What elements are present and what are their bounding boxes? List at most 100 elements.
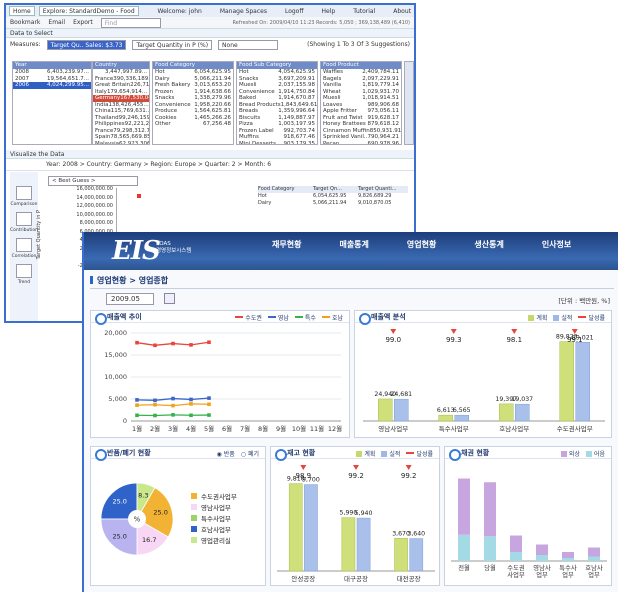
rate-label: 99.2: [348, 472, 364, 480]
nav-hr[interactable]: 인사정보: [542, 239, 571, 250]
nav-sales-stats[interactable]: 매출통계: [339, 239, 368, 250]
trend-legend: 수도권 영남 특수 호남: [235, 313, 343, 325]
visualize-header[interactable]: Visualize the Data: [6, 150, 414, 159]
bar-plan: [499, 403, 514, 422]
export-button[interactable]: Export: [73, 19, 93, 26]
legend-swatch: [553, 315, 560, 321]
logoff-link[interactable]: Logoff: [285, 8, 304, 15]
bar-bill: [458, 534, 470, 561]
tab-home[interactable]: Home: [9, 6, 35, 16]
rate-marker: [390, 329, 397, 334]
legend-swatch: [381, 451, 388, 457]
comparison-label: Comparison: [10, 202, 38, 207]
radio-disposal[interactable]: ○ 폐기: [241, 449, 259, 461]
panel-title: 반품/폐기 현황 ◉ 반품 ○ 폐기: [91, 447, 265, 461]
data-to-select-header[interactable]: Data to Select: [6, 29, 414, 38]
y-axis-label: Target Quantity in P: [36, 210, 42, 260]
y-tick-label: 8,000,000.00: [79, 220, 113, 226]
email-button[interactable]: Email: [48, 19, 65, 26]
inventory-panel: 재고 현황 계획 실적 달성률 9,810 9,700 안성공장 98.9 5,990 5,9…: [270, 446, 440, 586]
nav-business[interactable]: 영업현황: [407, 239, 436, 250]
nav-finance[interactable]: 재무현황: [272, 239, 301, 250]
radio-returns[interactable]: ◉ 반품: [217, 449, 235, 461]
manage-spaces-link[interactable]: Manage Spaces: [220, 8, 267, 15]
mini-th-1[interactable]: Food Category: [258, 186, 313, 193]
data-point: [207, 402, 211, 407]
bar-credit: [458, 478, 470, 535]
slice-label: 25.0: [153, 509, 167, 517]
mini-th-2[interactable]: Target Qn...: [313, 186, 358, 193]
food-sub-category-pane: Food Sub Category Hot 4,054,625.95 Snacks 3…: [236, 61, 318, 145]
measure-select[interactable]: Target Qu.. Sales: $3.73: [46, 39, 127, 50]
sales-trend-chart: 20,000 15,000 10,000 5,000 0 1월 2월 3월 4월 5월 6월 7월 8월…: [104, 329, 342, 433]
nav-production[interactable]: 생산통계: [474, 239, 503, 250]
rate-label: 98.1: [506, 336, 522, 344]
legend-item: 수도권: [235, 313, 262, 325]
legend-swatch: [578, 316, 587, 318]
list-item[interactable]: 2006 4,024,299.95...: [13, 82, 91, 89]
x-tick-label: 8월: [258, 424, 268, 433]
legend-item: 달성률: [406, 449, 433, 461]
rate-label: 99.0: [385, 336, 401, 344]
list-item[interactable]: Other 67,256.48: [153, 121, 233, 128]
mini-cell: 6,054,625.95: [313, 193, 347, 199]
list-item[interactable]: Malaysia62,923,306.66: [93, 141, 149, 145]
legend-swatch: [585, 451, 592, 457]
measure-third-select[interactable]: None: [218, 39, 279, 50]
legend-label: 달성률: [588, 315, 605, 322]
correlation-icon[interactable]: [16, 238, 32, 252]
mini-th-3[interactable]: Target Quanti...: [358, 186, 408, 193]
country-pane: Country 3,447,997.89... France 390,336,189…: [92, 61, 150, 145]
bar-credit: [588, 547, 600, 557]
data-point: [207, 413, 211, 417]
about-link[interactable]: About: [393, 8, 411, 15]
measures-label: Measures:: [10, 41, 41, 48]
mini-table-row: Hot 6,054,625.95 9,826,689.29: [258, 193, 408, 200]
date-field[interactable]: 2009.05: [106, 293, 154, 305]
x-tick-label: 6월: [222, 424, 232, 433]
legend-swatch: [528, 315, 535, 321]
list-item[interactable]: Mini Desserts 903,179.35: [237, 141, 317, 145]
returns-options: ◉ 반품 ○ 폐기: [217, 449, 259, 461]
analysis-legend: 계획 실적 달성률: [528, 313, 605, 325]
bar-plan: [378, 398, 393, 422]
food-product-pane: Food Product Waffles 2,409,784.11 Bagels 2,…: [320, 61, 402, 145]
tutorial-link[interactable]: Tutorial: [353, 8, 375, 15]
returns-panel: 반품/폐기 현황 ◉ 반품 ○ 폐기 25.0 8.3 25.0 16.7 25.0% 수…: [90, 446, 266, 586]
x-tick-label: 수도권: [507, 564, 525, 572]
trend-label: Trend: [17, 280, 31, 285]
legend-swatch: [191, 493, 197, 499]
list-item[interactable]: Pecan 690,978.96: [321, 141, 401, 145]
bar-chart-icon[interactable]: [16, 186, 32, 200]
x-tick-label: 10월: [292, 424, 306, 433]
y-tick-label: 0: [123, 417, 127, 425]
main-nav: 재무현황 매출통계 영업현황 생산통계 인사정보: [272, 239, 571, 250]
measure-second-select[interactable]: Target Quantity in P (%): [132, 39, 213, 50]
welcome-text: Welcome: john: [157, 7, 202, 15]
help-link[interactable]: Help: [322, 8, 336, 15]
x-tick-label: 11월: [310, 424, 324, 433]
legend-swatch: [191, 504, 197, 510]
contribution-icon[interactable]: [16, 212, 32, 226]
bar-actual: [575, 342, 590, 422]
x-tick-label: 전월: [458, 563, 470, 572]
tab-explore[interactable]: Explore: StandardDemo - Food: [38, 6, 139, 16]
mini-cell: Hot: [258, 193, 267, 199]
food-category-pane: Food Category Hot 6,054,625.95 Dairy 5,066,…: [152, 61, 234, 145]
x-tick-label: 업부: [588, 571, 600, 579]
refresh-status: Refreshed On: 2009/04/10 11:23 Records: …: [232, 19, 410, 26]
best-guess-select[interactable]: < Best Guess >: [48, 176, 138, 186]
legend-swatch: [191, 526, 197, 532]
calendar-icon[interactable]: [164, 293, 175, 304]
legend-label: 영남: [277, 315, 289, 322]
bookmark-button[interactable]: Bookmark: [10, 19, 40, 26]
panes-scroll-arrow[interactable]: [404, 61, 414, 145]
x-tick-label: 대전공장: [397, 574, 421, 583]
legend-item: 특수: [294, 313, 316, 325]
year-pane-header: Year: [13, 62, 91, 69]
inventory-title: 재고 현황: [287, 449, 316, 457]
find-input[interactable]: Find: [100, 17, 161, 28]
y-tick-label: 14,000,000.00: [76, 194, 113, 201]
panel-title: 채권 현황 외상 어음: [445, 447, 611, 461]
trend-icon[interactable]: [16, 264, 32, 278]
